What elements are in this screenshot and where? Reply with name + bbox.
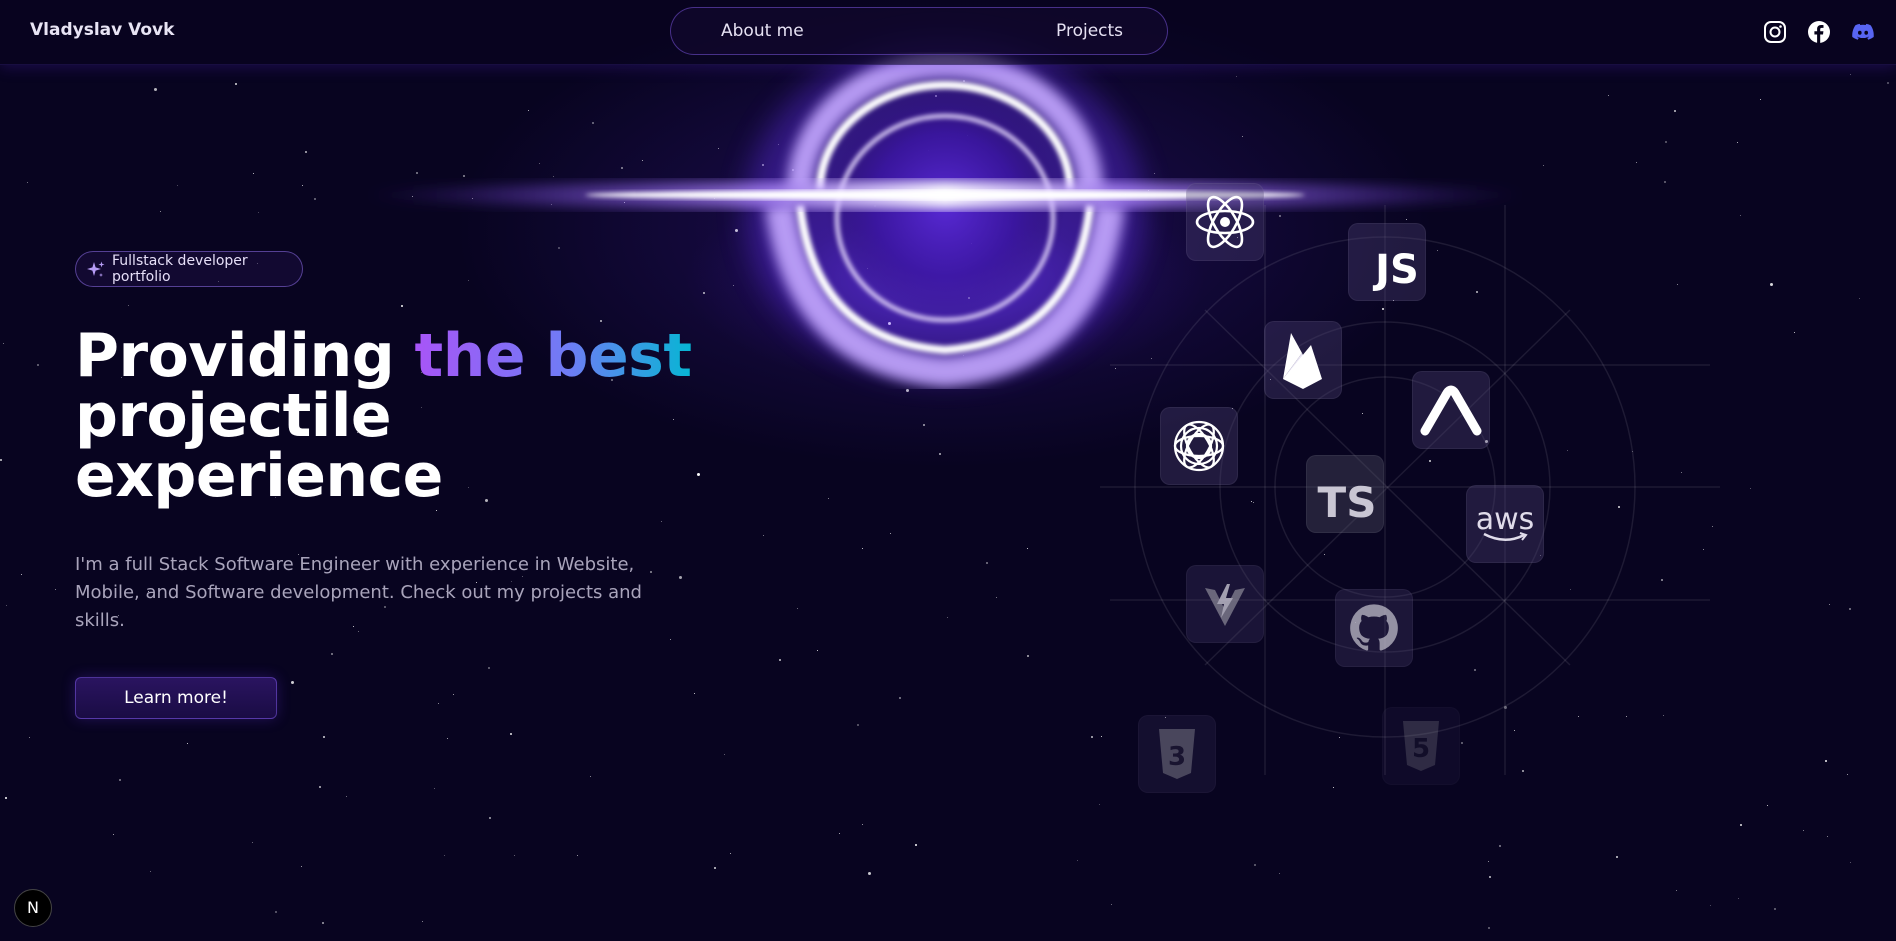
openai-icon: [1160, 407, 1238, 485]
svg-text:5: 5: [1412, 734, 1430, 764]
typescript-icon: TS: [1306, 455, 1384, 533]
aws-icon: aws: [1466, 485, 1544, 563]
headline-highlight: the best: [414, 321, 693, 391]
github-icon: [1335, 589, 1413, 667]
headline-line2: projectile: [75, 381, 392, 451]
css3-icon: 3: [1138, 715, 1216, 793]
learn-more-button[interactable]: Learn more!: [75, 677, 277, 719]
html5-icon: 5: [1382, 707, 1460, 785]
nav-link-projects[interactable]: Projects: [1056, 21, 1123, 41]
vite-icon: [1186, 565, 1264, 643]
nav-link-about[interactable]: About me: [721, 21, 804, 41]
facebook-icon[interactable]: [1807, 20, 1831, 44]
brand-name[interactable]: Vladyslav Vovk: [30, 20, 174, 40]
headline-line3: experience: [75, 441, 443, 511]
badge-label: Fullstack developer portfolio: [112, 253, 248, 285]
navbar: Vladyslav Vovk About me Projects: [0, 0, 1896, 65]
react-icon: [1186, 183, 1264, 261]
javascript-icon: JS: [1348, 223, 1426, 301]
instagram-icon[interactable]: [1763, 20, 1787, 44]
svg-text:3: 3: [1168, 742, 1186, 772]
portfolio-badge: Fullstack developer portfolio: [75, 251, 303, 287]
hero-description: I'm a full Stack Software Engineer with …: [75, 554, 642, 631]
firebase-icon: [1264, 321, 1342, 399]
nextjs-dev-badge[interactable]: N: [14, 889, 52, 927]
skills-orbit: JS TS aws 3 5: [1090, 175, 1730, 815]
nav-menu: About me Projects: [670, 7, 1168, 55]
expo-icon: [1412, 371, 1490, 449]
sparkles-icon: [87, 261, 105, 277]
hero-headline: Providing the best projectile experience: [75, 326, 775, 506]
discord-icon[interactable]: [1851, 20, 1875, 44]
